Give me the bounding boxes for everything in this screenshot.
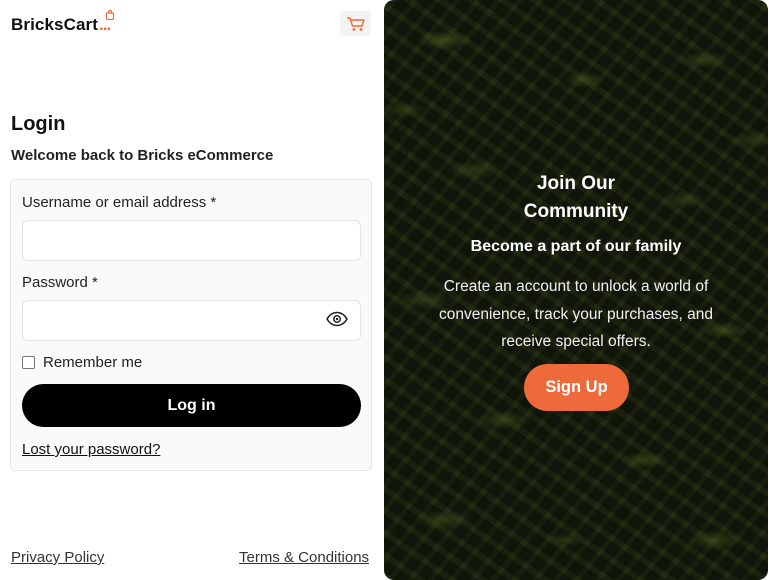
privacy-policy-link[interactable]: Privacy Policy xyxy=(11,549,104,566)
cart-button[interactable] xyxy=(340,11,371,36)
remember-me-label: Remember me xyxy=(43,354,143,371)
promo-panel: Join Our Community Become a part of our … xyxy=(384,0,768,580)
site-logo[interactable]: BricksCart ... xyxy=(11,9,115,35)
promo-title-line2: Community xyxy=(523,201,629,222)
remember-me[interactable]: Remember me xyxy=(22,354,142,371)
signup-button[interactable]: Sign Up xyxy=(524,364,629,411)
login-form: Username or email address * Password * R… xyxy=(10,179,372,471)
page-subtitle: Welcome back to Bricks eCommerce xyxy=(11,147,274,164)
promo-title: Join Our Community xyxy=(384,170,768,226)
lost-password-link[interactable]: Lost your password? xyxy=(22,441,160,458)
remember-me-checkbox[interactable] xyxy=(22,356,35,369)
password-label: Password * xyxy=(22,274,98,291)
promo-tagline: Become a part of our family xyxy=(470,238,682,255)
shopping-bag-icon xyxy=(105,10,115,20)
password-input[interactable] xyxy=(22,300,361,341)
shopping-cart-icon xyxy=(346,16,365,31)
username-label: Username or email address * xyxy=(22,194,217,211)
logo-text: BricksCart xyxy=(11,15,98,34)
promo-title-line1: Join Our xyxy=(536,173,616,194)
terms-conditions-link[interactable]: Terms & Conditions xyxy=(239,549,369,566)
page-title: Login xyxy=(11,113,66,135)
username-input[interactable] xyxy=(22,220,361,261)
eye-icon[interactable] xyxy=(326,311,348,327)
login-panel: BricksCart ... Login Welcome back to Bri… xyxy=(0,0,384,580)
promo-description: Create an account to unlock a world of c… xyxy=(439,278,713,350)
login-button[interactable]: Log in xyxy=(22,384,361,427)
